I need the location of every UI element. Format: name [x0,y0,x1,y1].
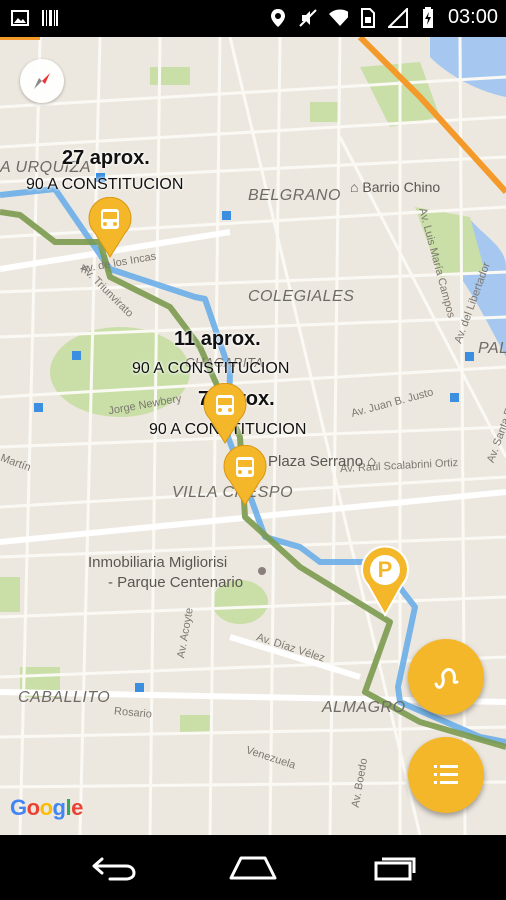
neighborhood-label: PAL [478,340,506,357]
back-button[interactable] [83,853,143,883]
battery-charging-icon [418,6,438,28]
google-logo: Google [10,795,83,820]
recent-apps-icon [374,857,416,881]
home-button[interactable] [223,853,283,883]
wifi-icon [328,8,348,28]
bus-marker-icon[interactable] [87,197,133,259]
poi-icon: ⌂ [350,179,359,195]
map-view[interactable]: A URQUIZA BELGRANO COLEGIALES CHACARITA … [0,37,506,835]
poi-dot-icon [258,567,266,575]
clock: 03:00 [447,6,498,28]
bus-marker-icon[interactable] [222,445,268,507]
barcode-icon [40,8,60,28]
bus-line-label: 90 A CONSTITUCION [132,360,290,377]
navigation-bar [0,835,506,900]
bus-line-label: 90 A CONSTITUCION [26,176,184,193]
bus-marker-icon[interactable] [202,383,248,445]
compass-button[interactable] [20,59,64,103]
list-icon [434,765,458,784]
mute-icon [298,8,318,28]
location-pin-icon [268,8,288,28]
poi-inmobiliaria-line2: - Parque Centenario [108,574,244,591]
poi-barrio-chino[interactable]: ⌂ Barrio Chino [350,179,440,195]
neighborhood-label: COLEGIALES [248,288,355,305]
bus-eta-label: 27 aprox. [62,147,150,169]
bus-eta-label: 11 aprox. [174,328,261,350]
signal-icon [387,7,408,28]
compass-icon [34,73,50,89]
sim-icon [358,7,378,28]
parking-marker[interactable]: P [360,545,410,617]
home-icon [229,856,277,880]
neighborhood-label: ALMAGRO [322,699,406,716]
back-icon [92,857,136,881]
poi-inmobiliaria[interactable]: Inmobiliaria Migliorisi [88,554,227,571]
poi-plaza-serrano[interactable]: Plaza Serrano ⌂ [268,453,376,470]
neighborhood-label: CABALLITO [18,689,111,706]
status-bar: 03:00 [0,0,506,37]
poi-icon: ⌂ [367,453,377,470]
list-fab-button[interactable] [408,737,484,813]
route-fab-button[interactable] [408,639,484,715]
recent-apps-button[interactable] [365,853,425,883]
image-icon [10,8,30,28]
route-icon [434,668,459,689]
neighborhood-label: BELGRANO [248,187,341,204]
